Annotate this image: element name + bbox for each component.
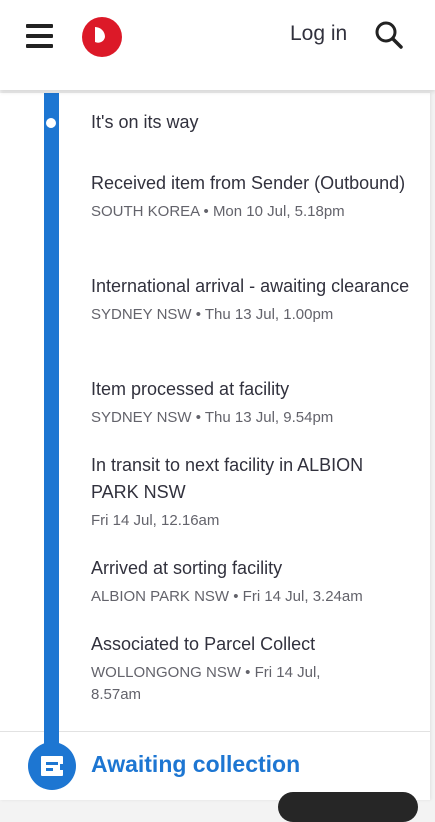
timeline-event: Received item from Sender (Outbound) SOU… (91, 170, 411, 223)
event-title: Arrived at sorting facility (91, 558, 283, 578)
event-title: In transit to next facility in ALBION PA… (91, 455, 364, 502)
timeline-event: Item processed at facility SYDNEY NSW • … (91, 376, 411, 429)
event-meta: SOUTH KOREA • Mon 10 Jul, 5.18pm (91, 203, 345, 220)
timeline-event: International arrival - awaiting clearan… (91, 273, 411, 326)
section-divider (0, 731, 430, 732)
event-meta: ALBION PARK NSW • Fri 14 Jul, 3.24am (91, 588, 363, 605)
event-title: Associated to Parcel Collect (91, 634, 316, 654)
event-title: Received item from Sender (Outbound) (91, 173, 406, 193)
event-title: International arrival - awaiting clearan… (91, 276, 410, 296)
floating-action-button[interactable] (278, 792, 418, 822)
timeline-dot (46, 118, 56, 128)
timeline-event: In transit to next facility in ALBION PA… (91, 452, 411, 532)
login-link[interactable]: Log in (290, 22, 347, 46)
timeline-event: Arrived at sorting facility ALBION PARK … (91, 555, 411, 608)
status-heading: It's on its way (91, 112, 199, 132)
parcel-locker-icon (28, 742, 76, 790)
timeline-event: Associated to Parcel Collect WOLLONGONG … (91, 631, 411, 706)
event-meta: Fri 14 Jul, 12.16am (91, 512, 220, 529)
menu-icon[interactable] (26, 24, 53, 48)
event-meta: WOLLONGONG NSW • Fri 14 Jul, 8.57am (91, 664, 321, 703)
australia-post-logo[interactable] (82, 17, 122, 57)
app-header: Log in (0, 0, 435, 90)
event-title: Item processed at facility (91, 379, 290, 399)
next-status-label: Awaiting collection (91, 751, 301, 777)
event-meta: SYDNEY NSW • Thu 13 Jul, 9.54pm (91, 409, 334, 426)
timeline-track (44, 93, 59, 773)
event-meta: SYDNEY NSW • Thu 13 Jul, 1.00pm (91, 306, 334, 323)
search-icon[interactable] (374, 20, 404, 50)
